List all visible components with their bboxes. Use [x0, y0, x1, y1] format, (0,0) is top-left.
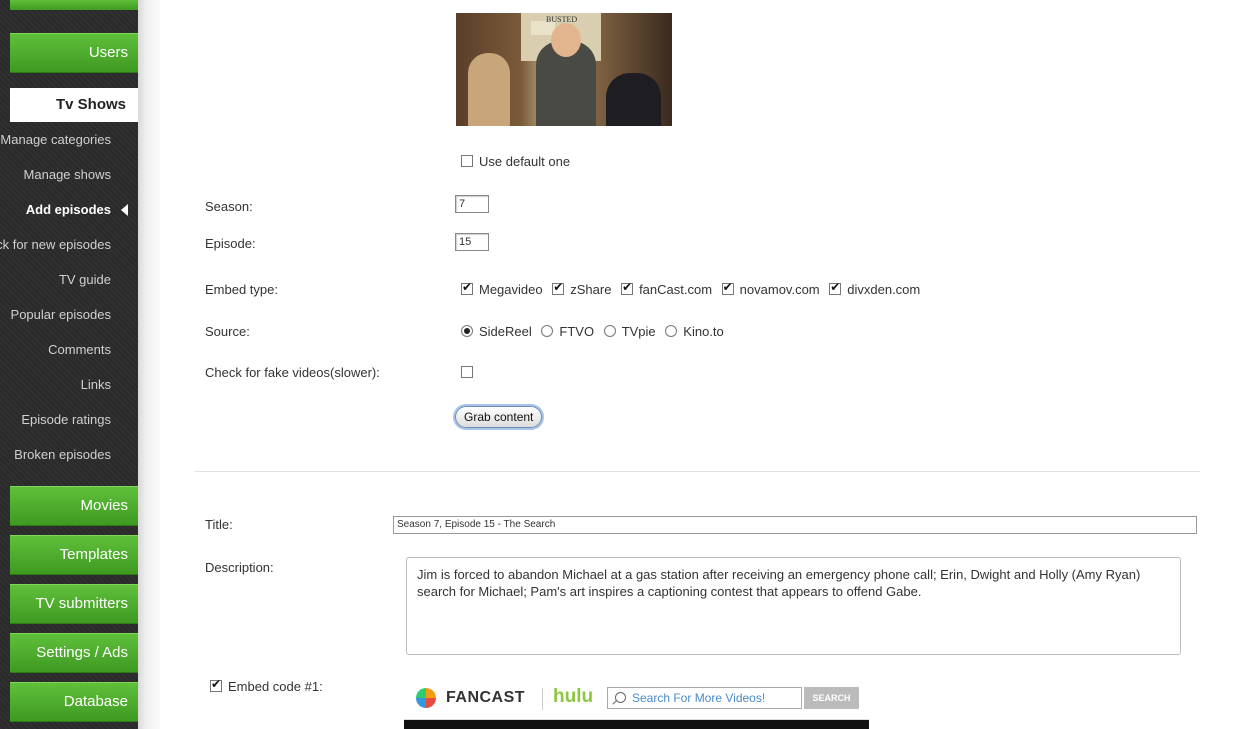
- active-arrow-icon: [121, 204, 128, 216]
- sidebar-item-label: Check for new episodes: [0, 237, 111, 252]
- sidebar-item-templates[interactable]: Templates: [10, 535, 138, 575]
- fancast-logo-icon: [416, 688, 436, 708]
- sidereel-radio[interactable]: [461, 325, 473, 337]
- hulu-brand: hulu: [553, 686, 594, 707]
- novamov-checkbox[interactable]: [721, 280, 734, 295]
- season-label: Season:: [205, 199, 253, 214]
- section-divider: [195, 471, 1200, 472]
- fake-check-checkbox[interactable]: [461, 366, 473, 378]
- episode-thumbnail: BUSTED: [456, 13, 672, 126]
- sidebar-item-label: Popular episodes: [10, 307, 111, 322]
- megavideo-label: Megavideo: [479, 282, 543, 297]
- sidebar-item-label: Comments: [48, 342, 111, 357]
- embed-player-header: FANCAST hulu Search For More Videos! SEA…: [404, 678, 869, 720]
- source-options: SideReel FTVO TVpie Kino.to: [461, 324, 730, 339]
- sidebar-item-label: Manage shows: [23, 167, 111, 182]
- description-textarea[interactable]: Jim is forced to abandon Michael at a ga…: [406, 557, 1181, 655]
- sidebar-item-label: Broken episodes: [14, 447, 111, 462]
- sidebar-item-check-new-episodes[interactable]: Check for new episodes: [0, 228, 138, 262]
- sidebar-top-green-edge: [10, 0, 138, 10]
- season-input[interactable]: 7: [455, 195, 489, 213]
- zshare-label: zShare: [570, 282, 612, 297]
- fancast-brand: FANCAST: [446, 689, 526, 706]
- fake-check-row: [461, 365, 479, 380]
- sidebar-item-episode-ratings[interactable]: Episode ratings: [0, 403, 138, 437]
- sidebar-item-tv-guide[interactable]: TV guide: [0, 263, 138, 297]
- sidebar-item-popular-episodes[interactable]: Popular episodes: [0, 298, 138, 332]
- sidebar: Users Tv Shows Manage categories Manage …: [0, 0, 138, 729]
- sidebar-item-settings-ads[interactable]: Settings / Ads: [10, 633, 138, 673]
- ftvo-radio[interactable]: [541, 325, 554, 337]
- sidereel-label: SideReel: [479, 324, 532, 339]
- sidebar-item-broken-episodes[interactable]: Broken episodes: [0, 438, 138, 472]
- thumbnail-person: [468, 53, 510, 126]
- embed-type-label: Embed type:: [205, 282, 278, 297]
- sidebar-shadow: [138, 0, 160, 729]
- sidebar-item-manage-shows[interactable]: Manage shows: [0, 158, 138, 192]
- tvpie-label: TVpie: [621, 324, 656, 339]
- megavideo-checkbox[interactable]: [461, 280, 473, 295]
- sidebar-item-links[interactable]: Links: [0, 368, 138, 402]
- episode-label: Episode:: [205, 236, 256, 251]
- sidebar-section-tv-shows[interactable]: Tv Shows: [10, 88, 138, 122]
- sidebar-item-comments[interactable]: Comments: [0, 333, 138, 367]
- divxden-checkbox[interactable]: [829, 280, 842, 295]
- video-search-placeholder: Search For More Videos!: [632, 691, 766, 705]
- sidebar-item-users[interactable]: Users: [10, 33, 138, 73]
- thumbnail-person-head: [551, 23, 581, 57]
- video-search-button[interactable]: SEARCH: [804, 687, 859, 709]
- sidebar-item-label: Episode ratings: [21, 412, 111, 427]
- tvpie-radio[interactable]: [603, 325, 616, 337]
- sidebar-item-tv-submitters[interactable]: TV submitters: [10, 584, 138, 624]
- sidebar-item-movies[interactable]: Movies: [10, 486, 138, 526]
- source-label: Source:: [205, 324, 250, 339]
- sidebar-item-label: Manage categories: [0, 132, 111, 147]
- fancast-label: fanCast.com: [639, 282, 713, 297]
- video-search-input[interactable]: Search For More Videos!: [607, 687, 802, 709]
- divxden-label: divxden.com: [847, 282, 921, 297]
- description-label: Description:: [205, 560, 274, 575]
- embed-code-row: Embed code #1:: [210, 677, 323, 694]
- search-icon: [615, 692, 626, 703]
- embed-code-checkbox[interactable]: [210, 677, 222, 692]
- kinoto-label: Kino.to: [683, 324, 724, 339]
- zshare-checkbox[interactable]: [552, 280, 565, 295]
- sidebar-item-label: TV guide: [58, 272, 111, 287]
- thumbnail-person: [606, 73, 661, 126]
- episode-input[interactable]: 15: [455, 233, 489, 251]
- title-label: Title:: [205, 517, 233, 532]
- fake-check-label: Check for fake videos(slower):: [205, 365, 380, 380]
- embed-code-label: Embed code #1:: [228, 679, 323, 694]
- use-default-label: Use default one: [479, 154, 571, 169]
- sidebar-item-database[interactable]: Database: [10, 682, 138, 722]
- sidebar-item-label: Links: [80, 377, 111, 392]
- title-input[interactable]: Season 7, Episode 15 - The Search: [393, 516, 1197, 534]
- sidebar-item-add-episodes[interactable]: Add episodes: [0, 193, 138, 227]
- use-default-row: Use default one: [461, 154, 570, 169]
- ftvo-label: FTVO: [559, 324, 595, 339]
- sidebar-item-manage-categories[interactable]: Manage categories: [0, 123, 138, 157]
- kinoto-radio[interactable]: [665, 325, 678, 337]
- grab-content-button[interactable]: Grab content: [455, 406, 543, 428]
- brand-separator: [542, 688, 543, 710]
- fancast-checkbox[interactable]: [621, 280, 634, 295]
- embed-player[interactable]: FANCAST hulu Search For More Videos! SEA…: [404, 678, 869, 729]
- use-default-checkbox[interactable]: [461, 155, 473, 167]
- sidebar-item-label: Add episodes: [25, 202, 111, 217]
- novamov-label: novamov.com: [739, 282, 820, 297]
- embed-type-options: Megavideo zShare fanCast.com novamov.com…: [461, 280, 926, 297]
